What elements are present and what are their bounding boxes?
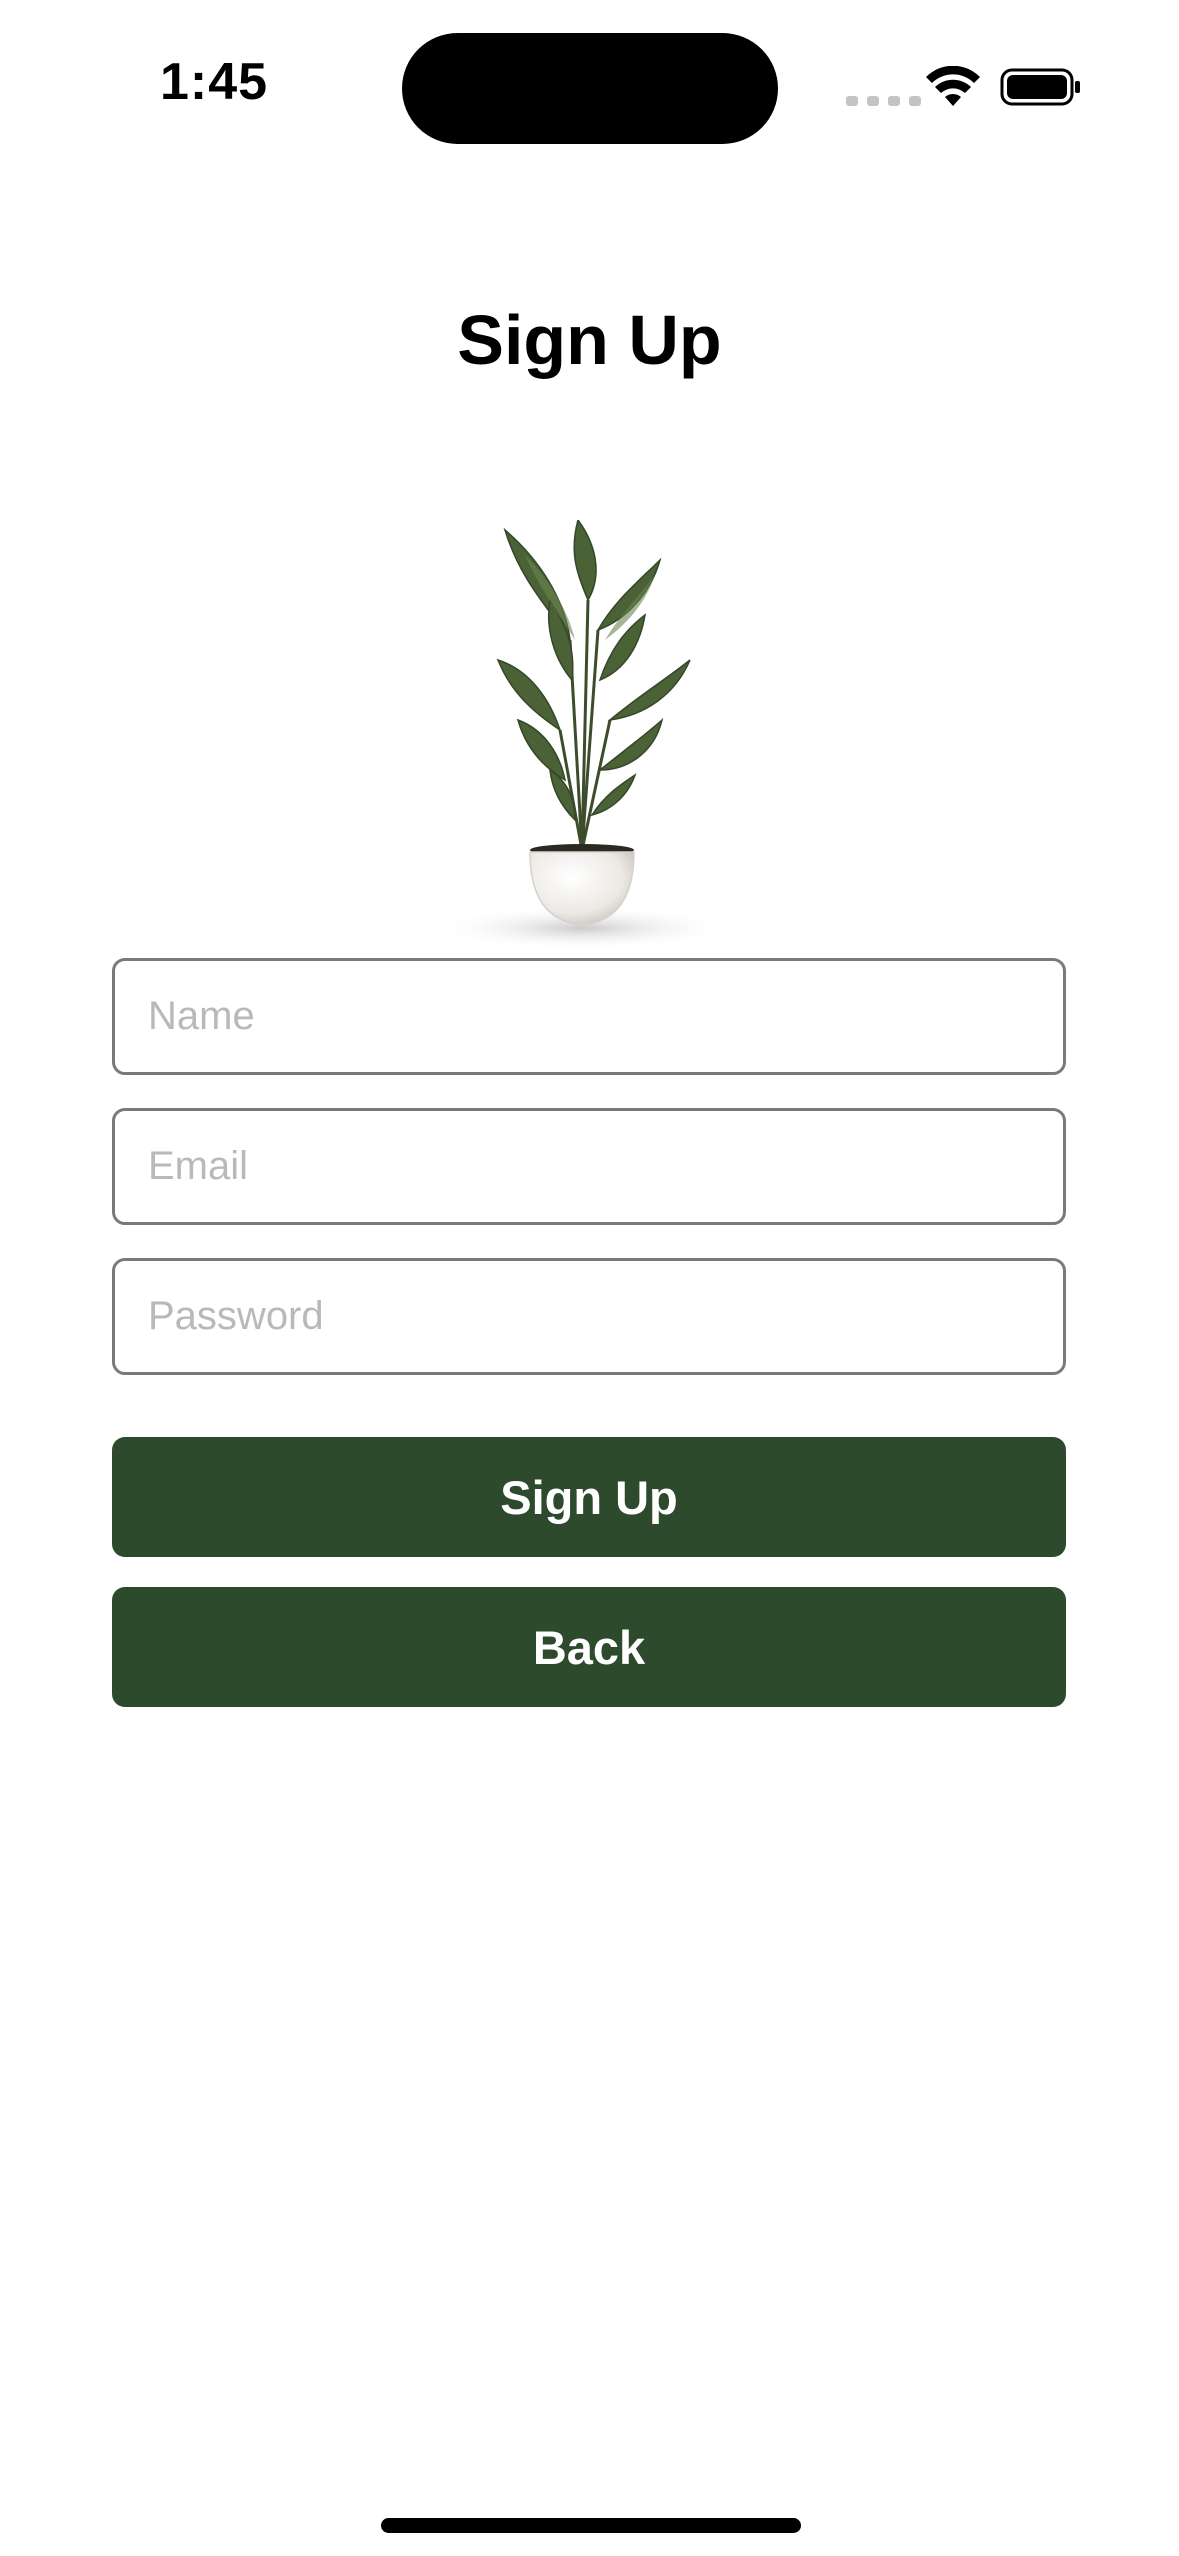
dynamic-island <box>402 33 778 144</box>
battery-icon <box>1000 68 1080 106</box>
name-input[interactable] <box>115 961 1063 1072</box>
page-title: Sign Up <box>457 301 722 379</box>
back-button-label: Back <box>532 1620 646 1674</box>
sign-up-button-label: Sign Up <box>500 1470 678 1524</box>
home-indicator[interactable] <box>381 2518 801 2533</box>
password-input[interactable] <box>115 1261 1063 1372</box>
wifi-icon <box>926 66 980 106</box>
email-field[interactable] <box>112 1108 1066 1225</box>
cellular-signal-icon <box>846 96 921 106</box>
potted-plant-image <box>432 520 732 950</box>
name-field[interactable] <box>112 958 1066 1075</box>
back-button[interactable]: Back <box>112 1587 1066 1707</box>
status-time: 1:45 <box>160 53 269 111</box>
password-field[interactable] <box>112 1258 1066 1375</box>
email-input[interactable] <box>115 1111 1063 1222</box>
sign-up-button[interactable]: Sign Up <box>112 1437 1066 1557</box>
